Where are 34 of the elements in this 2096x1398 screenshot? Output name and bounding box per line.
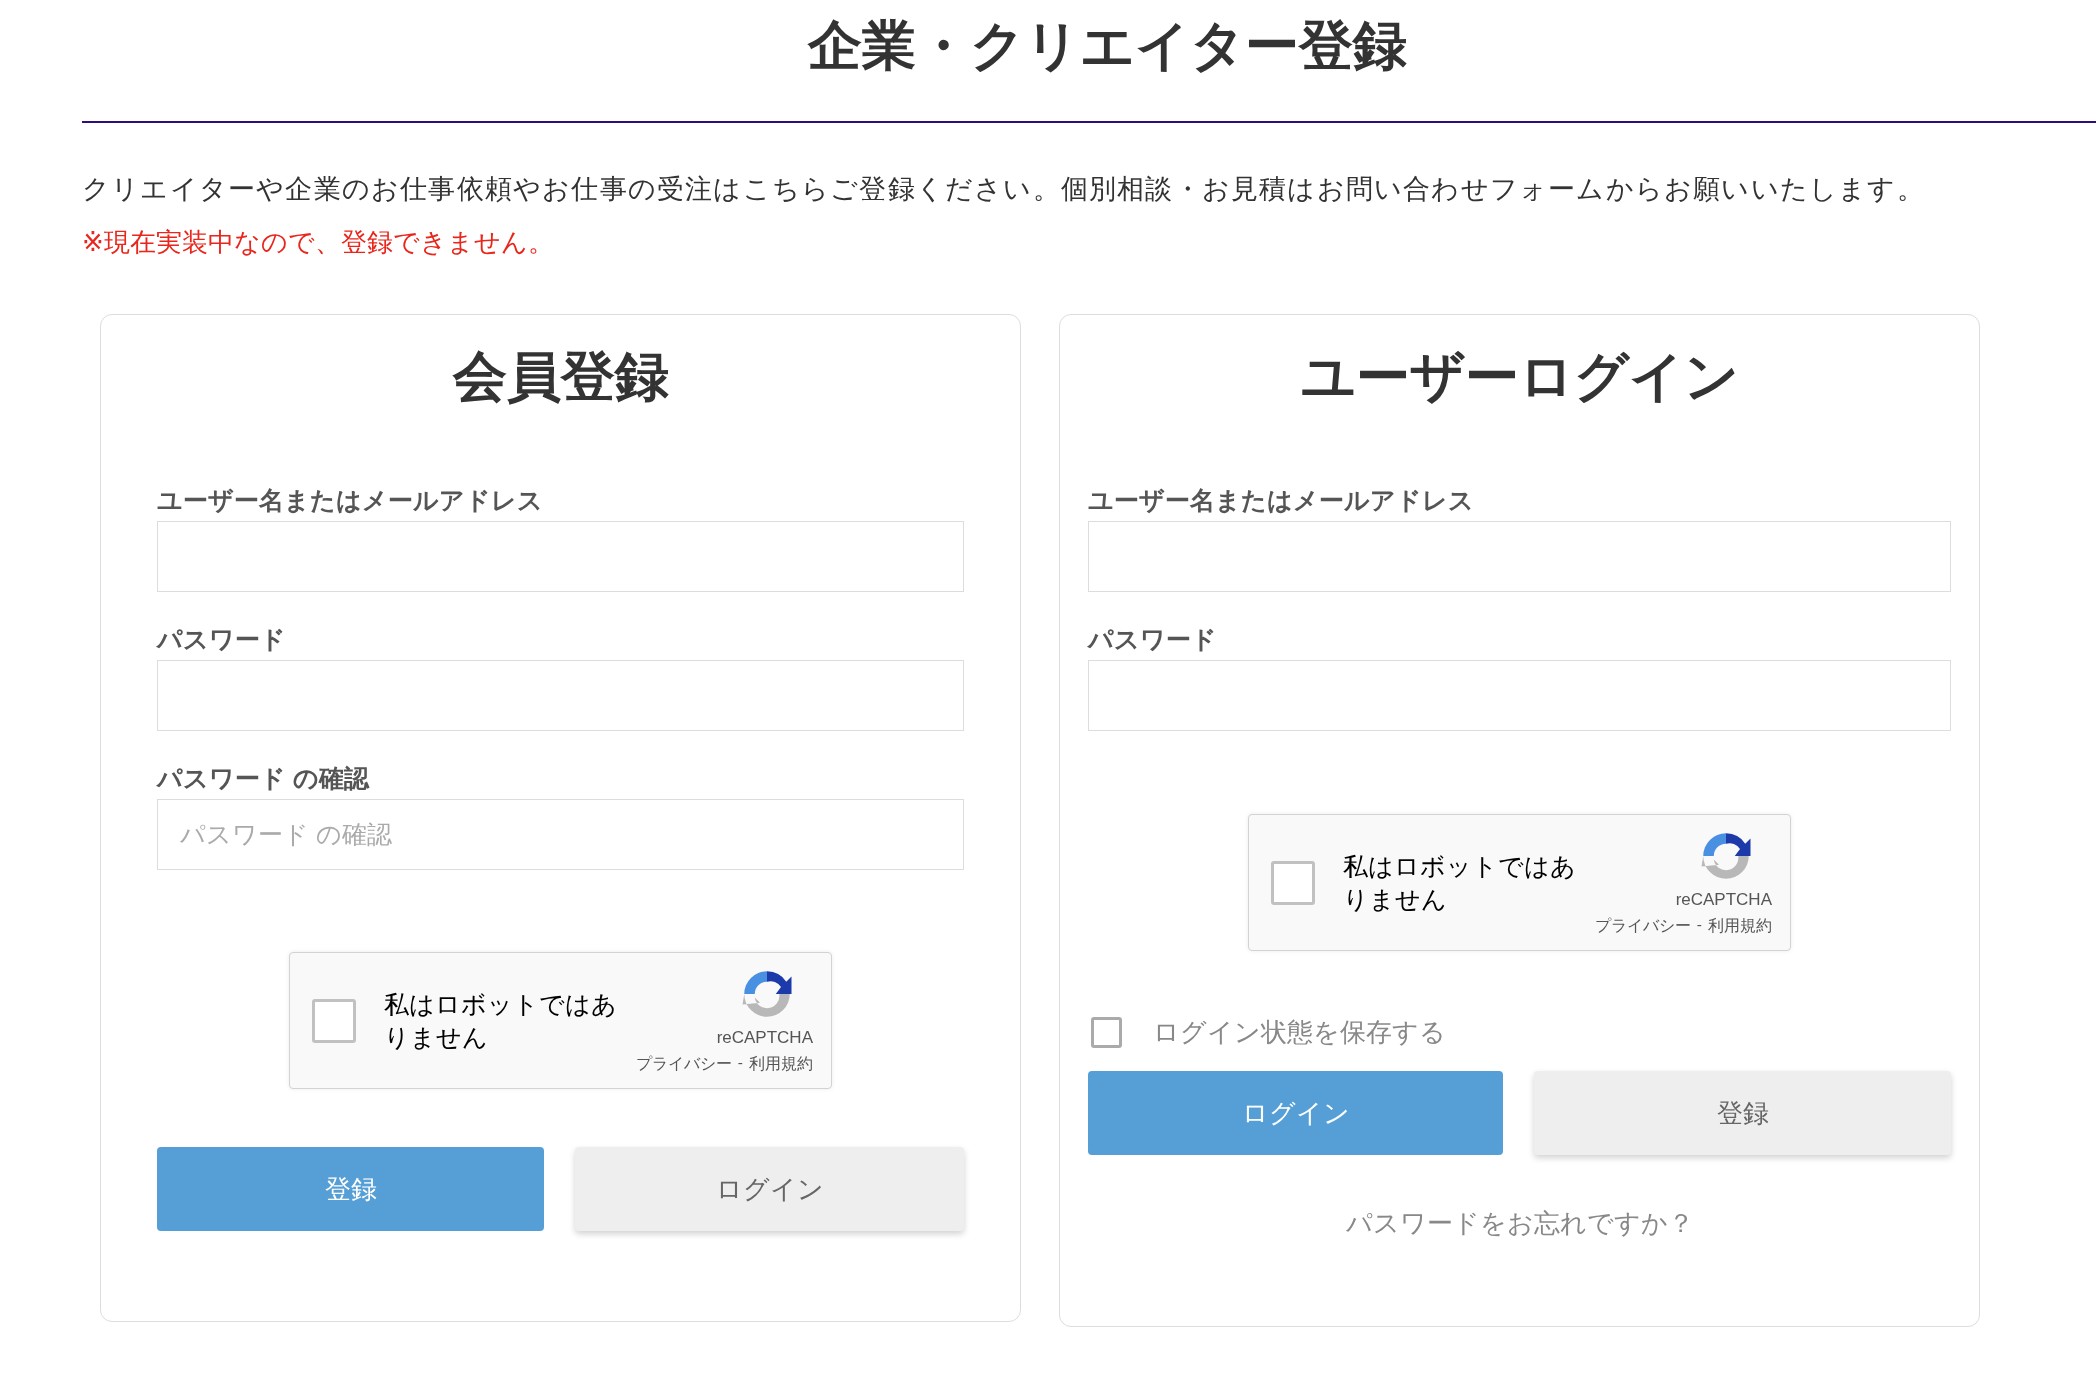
recaptcha-brand: reCAPTCHA bbox=[716, 1028, 813, 1048]
forgot-password-link[interactable]: パスワードをお忘れですか？ bbox=[1088, 1206, 1951, 1241]
primary-button[interactable]: ログイン bbox=[1088, 1071, 1503, 1155]
field-label: パスワード の確認 bbox=[157, 763, 371, 793]
captcha-checkbox[interactable] bbox=[312, 998, 356, 1043]
recaptcha-brand: reCAPTCHA bbox=[1675, 890, 1772, 910]
captcha-label: 私はロボットではありません bbox=[1343, 851, 1577, 915]
field-label: パスワード bbox=[1088, 624, 1218, 654]
remember-label: ログイン状態を保存する bbox=[1153, 1016, 1446, 1049]
privacy-link[interactable]: プライバシー bbox=[1594, 916, 1691, 937]
terms-link[interactable]: 利用規約 bbox=[1708, 916, 1772, 937]
field-label: パスワード bbox=[157, 624, 287, 654]
text-field[interactable]: パスワード の確認 bbox=[157, 799, 964, 870]
field-label: ユーザー名またはメールアドレス bbox=[157, 485, 544, 515]
privacy-link[interactable]: プライバシー bbox=[635, 1054, 732, 1075]
link-separator: - bbox=[1696, 916, 1702, 935]
text-field[interactable] bbox=[1088, 521, 1951, 592]
terms-link[interactable]: 利用規約 bbox=[749, 1054, 813, 1075]
secondary-button[interactable]: ログイン bbox=[575, 1147, 964, 1231]
intro-text: クリエイターや企業のお仕事依頼やお仕事の受注はこちらご登録ください。個別相談・お見積はお問い合わせフォームからお願いいたします。 bbox=[82, 173, 1926, 206]
field-label: ユーザー名またはメールアドレス bbox=[1088, 485, 1475, 515]
remember-checkbox[interactable] bbox=[1091, 1017, 1122, 1048]
card-heading: 会員登録 bbox=[451, 345, 670, 407]
primary-button[interactable]: 登録 bbox=[157, 1147, 544, 1231]
page-title: 企業・クリエイター登録 bbox=[806, 14, 1408, 77]
captcha-label: 私はロボットではありません bbox=[384, 989, 618, 1053]
notice-text: ※現在実装中なので、登録できません。 bbox=[82, 226, 555, 259]
text-field[interactable] bbox=[157, 660, 964, 731]
secondary-button[interactable]: 登録 bbox=[1534, 1071, 1951, 1155]
link-separator: - bbox=[737, 1054, 743, 1073]
card-heading: ユーザーログイン bbox=[1299, 345, 1740, 407]
text-field[interactable] bbox=[157, 521, 964, 592]
text-field[interactable] bbox=[1088, 660, 1951, 731]
captcha-checkbox[interactable] bbox=[1271, 860, 1315, 905]
